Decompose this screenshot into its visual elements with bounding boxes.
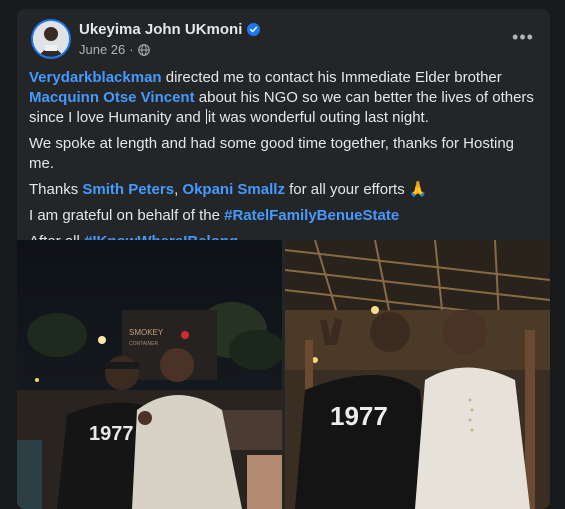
post-text: Verydarkblackman directed me to contact …: [29, 68, 541, 258]
text-cursor: [205, 109, 207, 124]
text-span: I am grateful on behalf of the: [29, 207, 225, 224]
mention-link[interactable]: Macquinn Otse Vincent: [29, 89, 195, 106]
mention-link[interactable]: Okpani Smallz: [182, 181, 285, 198]
pray-emoji-icon: 🙏: [408, 181, 428, 198]
post-meta: June 26 ·: [79, 42, 150, 57]
post-card: Ukeyima John UKmoni June 26 · ••• Veryda…: [17, 9, 550, 509]
photo-1[interactable]: SMOKEY CONTAINER 1977: [17, 240, 282, 509]
paragraph-1: Verydarkblackman directed me to contact …: [29, 68, 541, 128]
text-span: directed me to contact his Immediate Eld…: [161, 69, 502, 86]
post-header: Ukeyima John UKmoni June 26 · •••: [17, 9, 550, 67]
sign-subtext: CONTAINER: [129, 341, 158, 347]
photo-grid: SMOKEY CONTAINER 1977 1977: [17, 240, 550, 509]
verified-badge-icon: [247, 23, 261, 36]
hashtag-link[interactable]: #RatelFamilyBenueState: [224, 207, 399, 224]
text-span: for all your efforts: [284, 181, 409, 198]
photo-2[interactable]: 1977: [285, 240, 550, 509]
text-span: it was wonderful outing last night.: [207, 109, 429, 126]
author-name[interactable]: Ukeyima John UKmoni: [79, 21, 242, 38]
text-span: Thanks: [29, 181, 83, 198]
sign-text: SMOKEY: [129, 328, 164, 337]
avatar-image: [33, 21, 69, 57]
globe-icon: [137, 43, 150, 56]
shirt-text: 1977: [330, 401, 388, 431]
paragraph-4: I am grateful on behalf of the #RatelFam…: [29, 206, 541, 226]
mention-link[interactable]: Verydarkblackman: [29, 69, 162, 86]
mention-link[interactable]: Smith Peters: [82, 181, 174, 198]
paragraph-3: Thanks Smith Peters, Okpani Smallz for a…: [29, 180, 541, 200]
separator-dot: ·: [129, 42, 134, 57]
paragraph-2: We spoke at length and had some good tim…: [29, 135, 515, 172]
post-date[interactable]: June 26: [79, 42, 125, 57]
more-options-icon[interactable]: •••: [508, 25, 538, 49]
shirt-text: 1977: [89, 423, 134, 445]
author-avatar[interactable]: [31, 19, 71, 59]
